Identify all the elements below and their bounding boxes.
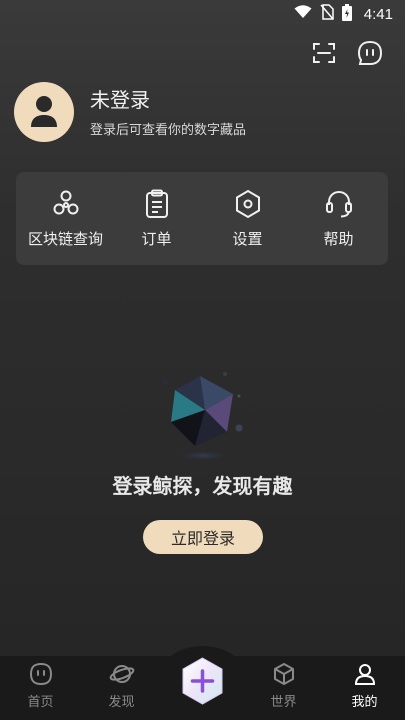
status-bar: 4:41 (0, 0, 405, 28)
profile-subtitle: 登录后可查看你的数字藏品 (90, 122, 247, 138)
create-plus-button[interactable] (180, 656, 225, 706)
tab-home[interactable]: 首页 (0, 661, 81, 720)
cube-icon (271, 661, 297, 687)
help-button[interactable]: 帮助 (294, 189, 384, 249)
settings-button[interactable]: 设置 (203, 189, 293, 249)
order-clipboard-icon (142, 189, 172, 219)
top-actions (311, 40, 383, 66)
battery-icon (341, 3, 352, 25)
no-sim-icon (320, 4, 334, 24)
avatar[interactable] (14, 82, 74, 142)
login-button[interactable]: 立即登录 (143, 520, 263, 554)
tab-mine[interactable]: 我的 (324, 661, 405, 720)
quick-action-label: 设置 (232, 229, 263, 248)
headset-icon (324, 189, 354, 219)
scan-icon[interactable] (311, 40, 337, 66)
profile-header[interactable]: 未登录 登录后可查看你的数字藏品 (14, 82, 246, 142)
status-time: 4:41 (363, 5, 393, 23)
user-icon (352, 661, 378, 687)
wifi-icon (294, 5, 312, 23)
blockchain-icon (51, 189, 81, 219)
quick-actions-card: 区块链查询 订单 设置 帮助 (16, 172, 388, 265)
message-bubble-icon[interactable] (357, 40, 383, 66)
crystal-cube-illustration (155, 370, 250, 465)
quick-action-label: 帮助 (323, 229, 354, 248)
tab-label: 发现 (108, 695, 135, 710)
tab-label: 世界 (270, 695, 297, 710)
settings-hexagon-icon (233, 189, 263, 219)
planet-icon (109, 661, 135, 687)
quick-action-label: 订单 (141, 229, 172, 248)
quick-action-label: 区块链查询 (27, 229, 103, 248)
orders-button[interactable]: 订单 (112, 189, 202, 249)
tab-label: 我的 (351, 695, 378, 710)
tab-world[interactable]: 世界 (243, 661, 324, 720)
tab-label: 首页 (27, 695, 54, 710)
profile-name: 未登录 (90, 87, 150, 112)
tab-discover[interactable]: 发现 (81, 661, 162, 720)
user-placeholder-icon (31, 96, 57, 127)
home-icon (28, 661, 54, 687)
blockchain-query-button[interactable]: 区块链查询 (21, 189, 111, 249)
empty-state-title: 登录鲸探，发现有趣 (112, 474, 293, 498)
